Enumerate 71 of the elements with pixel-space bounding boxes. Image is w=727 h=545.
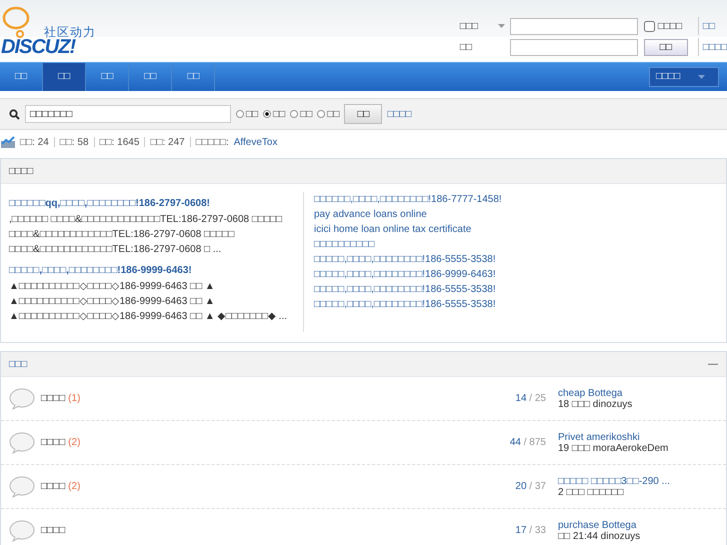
login-button[interactable]: □□ <box>644 38 688 56</box>
newest-member-label: □□□□□: <box>196 136 229 148</box>
last-post-meta: 18 □□□ dinozuys <box>558 398 634 410</box>
thread-link[interactable]: □□□□□,□□□□,□□□□□□□□!186-5555-3538! <box>314 297 502 312</box>
search-icon <box>9 108 20 120</box>
last-post-link[interactable]: cheap Bottega <box>558 388 718 398</box>
collapse-button[interactable]: — <box>708 358 718 370</box>
forum-name-link[interactable]: □□□□ <box>41 481 66 492</box>
last-post-meta: □□ 21:44 dinozuys <box>558 530 642 542</box>
last-post-meta: 19 □□□ moraAerokeDem <box>558 442 670 454</box>
post-excerpt: ▲□□□□□□□□□□◇□□□□◇186-9999-6463 □□ ▲ ▲□□□□□□□□□□◇□□□□◇186-9999-6463 □□ ▲ ▲□□□□□□□□□□◇□□□□◇186-9999-6463 □□ ▲ ◆□□□□□□□◆ ... <box>9 280 288 324</box>
nav-tab[interactable]: □□ <box>43 63 86 91</box>
stat-count: □□: 24 <box>20 136 49 148</box>
thread-link[interactable]: icici home loan online tax certificate <box>314 222 502 237</box>
today-count: (1) <box>68 393 80 404</box>
thread-post-count: 14 / 25 <box>514 393 546 404</box>
nav-tab[interactable]: □□ <box>129 63 172 91</box>
last-post-link[interactable]: □□□□□ □□□□□3□□-290 ... <box>558 476 718 486</box>
stat-count: □□: 58 <box>60 136 89 148</box>
search-scope-radio[interactable]: □□ <box>236 108 258 120</box>
speech-bubble-icon <box>9 520 35 542</box>
thread-link[interactable]: □□□□□,□□□□,□□□□□□□□!186-9999-6463! <box>314 267 502 282</box>
thread-link[interactable]: □□□□□□□□□□ <box>314 237 502 252</box>
search-button[interactable]: □□ <box>344 104 382 124</box>
speech-bubble-icon <box>9 476 35 498</box>
forum-name-link[interactable]: □□□□ <box>41 525 66 536</box>
stat-count: □□: 247 <box>150 136 185 148</box>
nav-tab[interactable]: □□ <box>172 63 216 91</box>
search-scope-radio[interactable]: □□ <box>317 108 340 120</box>
auto-login-checkbox[interactable] <box>644 20 655 32</box>
post-title-link[interactable]: □□□□□□qq,□□□□,□□□□□□□□!186-2797-0608! <box>9 198 297 209</box>
speech-bubble-icon <box>9 388 35 410</box>
forgot-password-link[interactable]: □□□□ <box>702 42 727 52</box>
thread-post-count: 20 / 37 <box>514 481 546 492</box>
password-field[interactable] <box>510 38 638 56</box>
thread-post-count: 44 / 875 <box>508 437 546 448</box>
quick-menu[interactable]: □□□□ <box>649 67 719 87</box>
search-field[interactable]: □□□□□□□ <box>25 105 231 123</box>
password-label: □□ <box>460 42 473 52</box>
username-field[interactable] <box>510 18 638 34</box>
newest-member-link[interactable]: AffeveTox <box>234 136 278 148</box>
logo[interactable]: DISCUZ! <box>1 36 76 59</box>
speech-bubble-icon <box>9 432 35 454</box>
last-post-meta: 2 □□□ □□□□□□ <box>558 486 624 498</box>
post-title-link[interactable]: □□□□□,□□□□,□□□□□□□□!186-9999-6463! <box>9 265 297 276</box>
thread-link[interactable]: □□□□□□,□□□□,□□□□□□□□!186-7777-1458! <box>314 192 502 207</box>
caret-icon <box>498 24 505 28</box>
search-scope-radio[interactable]: □□ <box>263 108 286 120</box>
search-scope-radio[interactable]: □□ <box>290 108 312 120</box>
thread-post-count: 17 / 33 <box>514 525 546 536</box>
thread-link[interactable]: □□□□□,□□□□,□□□□□□□□!186-5555-3538! <box>314 252 502 267</box>
advanced-search-link[interactable]: □□□□ <box>387 108 412 120</box>
forum-name-link[interactable]: □□□□ <box>41 393 66 404</box>
logo-tagline: 社区动力 <box>44 24 96 39</box>
panel-title: □□□□ <box>9 166 34 176</box>
auto-login-label: □□□□ <box>658 20 682 32</box>
stat-count: □□: 1645 <box>100 136 140 148</box>
post-excerpt: ,□□□□□□ □□□□&□□□□□□□□□□□□□TEL:186-2797-0608 □□□□□ □□□□&□□□□□□□□□□□□TEL:186-2797-0608 □□□□□ □□□□&□□□□□□□□□□□□TEL:186-2797-0608 □ ... <box>9 213 284 257</box>
chart-icon <box>1 136 15 148</box>
caret-icon <box>698 75 706 79</box>
nav-tab[interactable]: □□ <box>86 63 130 91</box>
last-post-link[interactable]: Privet amerikoshki <box>558 432 718 442</box>
register-link[interactable]: □□ <box>702 20 715 32</box>
today-count: (2) <box>68 481 80 492</box>
username-type-select[interactable]: □□□ <box>460 20 510 32</box>
forum-name-link[interactable]: □□□□ <box>41 437 66 448</box>
thread-link[interactable]: pay advance loans online <box>314 207 502 222</box>
last-post-link[interactable]: purchase Bottega <box>558 520 718 530</box>
thread-link[interactable]: □□□□□,□□□□,□□□□□□□□!186-5555-3538! <box>314 282 502 297</box>
forum-section-title[interactable]: □□□ <box>9 358 28 370</box>
today-count: (2) <box>68 437 80 448</box>
